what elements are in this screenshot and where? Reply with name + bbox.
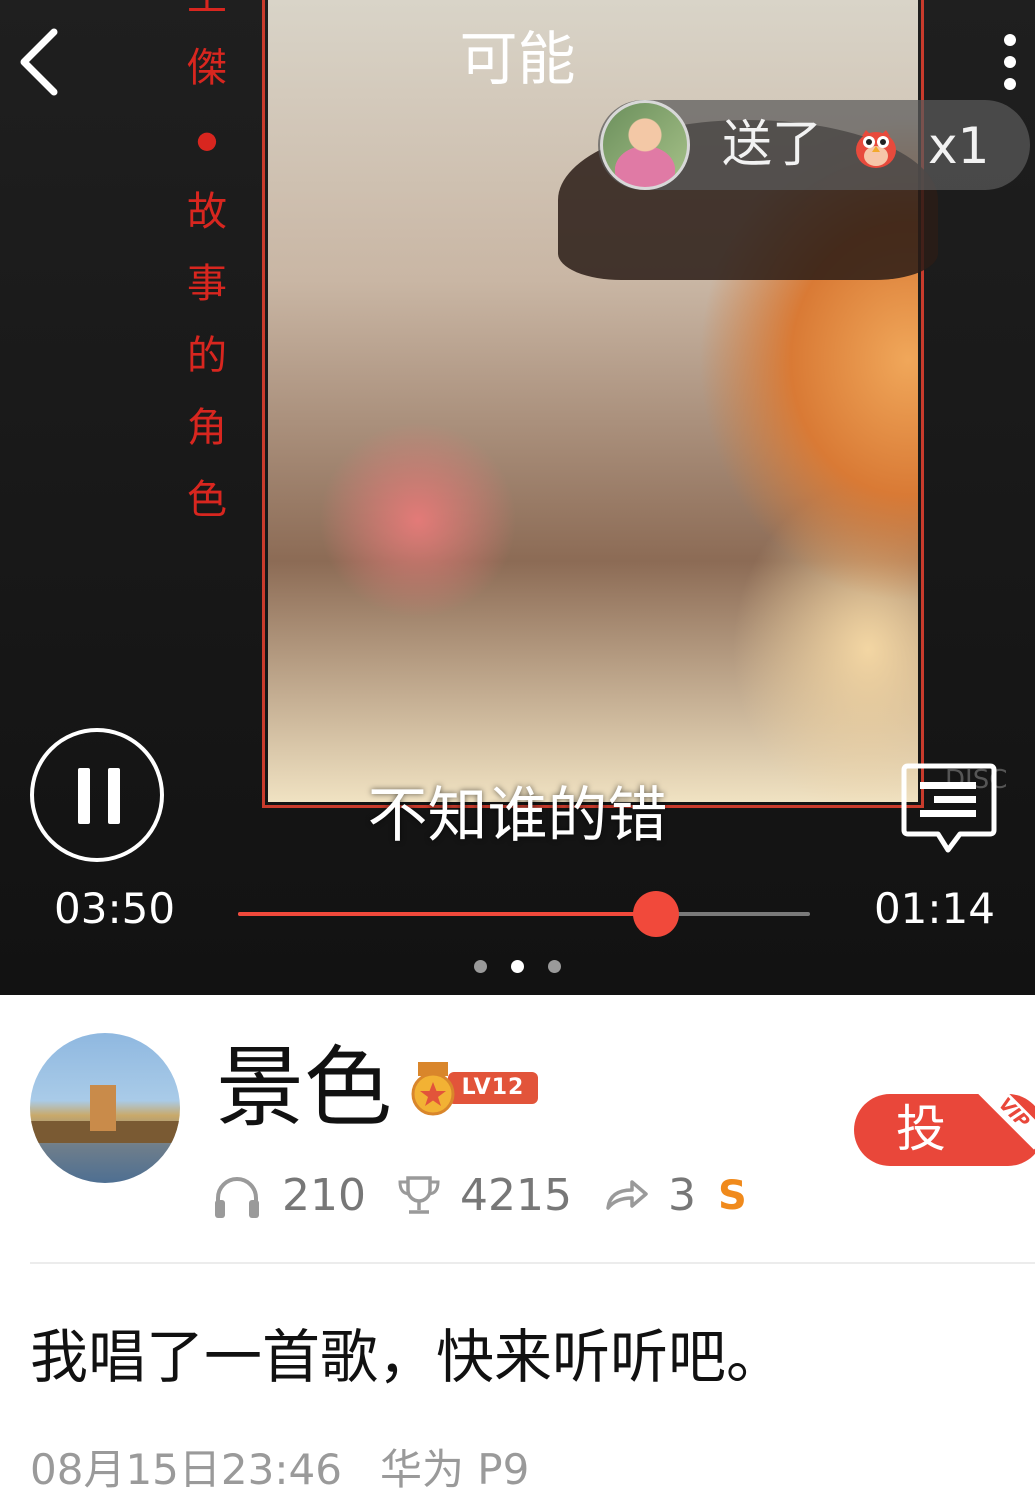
vote-button[interactable]: 投 VIP — [854, 1094, 1035, 1166]
progress-fill — [238, 912, 656, 916]
more-options-button[interactable] — [997, 28, 1023, 100]
cover-char: 事 — [187, 261, 227, 307]
post-meta: 08月15日23:46 华为 P9 — [30, 1440, 529, 1500]
post-device: 华为 P9 — [379, 1445, 530, 1494]
level-badge: LV12 — [410, 1062, 540, 1116]
lyrics-icon — [901, 763, 997, 853]
cover-char: 的 — [187, 333, 227, 379]
share-count: 3 — [668, 1170, 696, 1221]
level-label: LV12 — [448, 1072, 538, 1104]
remaining-time: 01:14 — [873, 884, 995, 933]
progress-track[interactable] — [238, 891, 810, 937]
username[interactable]: 景色 — [216, 1038, 392, 1138]
gift-text: 送了 — [722, 115, 822, 173]
vote-label: 投 — [896, 1100, 946, 1158]
player-area: 王 傑 ● 故 事 的 角 色 DISC 可能 送 — [0, 0, 1035, 995]
gift-notification[interactable]: 送了 x1 — [598, 100, 1030, 190]
gift-sender-avatar[interactable] — [600, 100, 690, 190]
gift-count: x1 — [928, 117, 990, 175]
progress-thumb[interactable] — [632, 891, 679, 937]
more-dot-icon — [1004, 56, 1016, 68]
user-avatar[interactable] — [30, 1033, 180, 1183]
bird-gift-icon — [856, 130, 896, 168]
cover-char: 色 — [187, 477, 227, 523]
more-dot-icon — [1004, 34, 1016, 46]
cover-char: 故 — [187, 189, 227, 235]
page-indicator — [0, 958, 1035, 977]
share-icon — [606, 1180, 648, 1210]
medal-icon — [411, 1062, 455, 1116]
page-dot — [548, 960, 561, 973]
post-datetime: 08月15日23:46 — [30, 1445, 342, 1494]
more-dot-icon — [1004, 78, 1016, 90]
trophy-icon — [398, 1176, 440, 1214]
s-badge: S — [718, 1173, 747, 1219]
trophy-count: 4215 — [460, 1170, 572, 1221]
cover-char: 角 — [187, 405, 227, 451]
current-lyric: 不知谁的错 — [367, 781, 668, 851]
page-dot — [474, 960, 487, 973]
vip-ribbon: VIP — [972, 1094, 1035, 1155]
elapsed-time: 03:50 — [54, 884, 176, 933]
lyrics-toggle-button[interactable] — [898, 758, 1000, 858]
listen-count: 210 — [282, 1170, 366, 1221]
song-title: 可能 — [459, 25, 576, 93]
post-description: 我唱了一首歌，快来听听吧。 — [30, 1323, 785, 1391]
divider — [30, 1262, 1035, 1264]
vip-label: VIP — [977, 1094, 1035, 1150]
headphones-icon — [215, 1177, 259, 1218]
page-dot — [511, 960, 524, 973]
